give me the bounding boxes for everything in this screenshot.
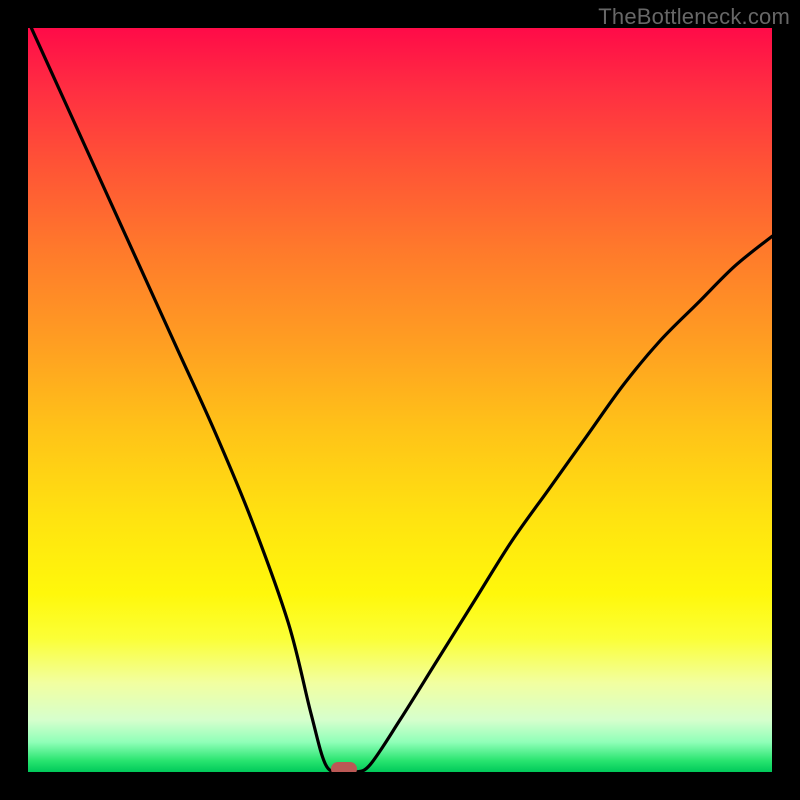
plot-area — [28, 28, 772, 772]
watermark-text: TheBottleneck.com — [598, 4, 790, 30]
optimal-marker-icon — [331, 762, 357, 772]
bottleneck-curve — [28, 28, 772, 772]
curve-layer — [28, 28, 772, 772]
chart-frame: TheBottleneck.com — [0, 0, 800, 800]
